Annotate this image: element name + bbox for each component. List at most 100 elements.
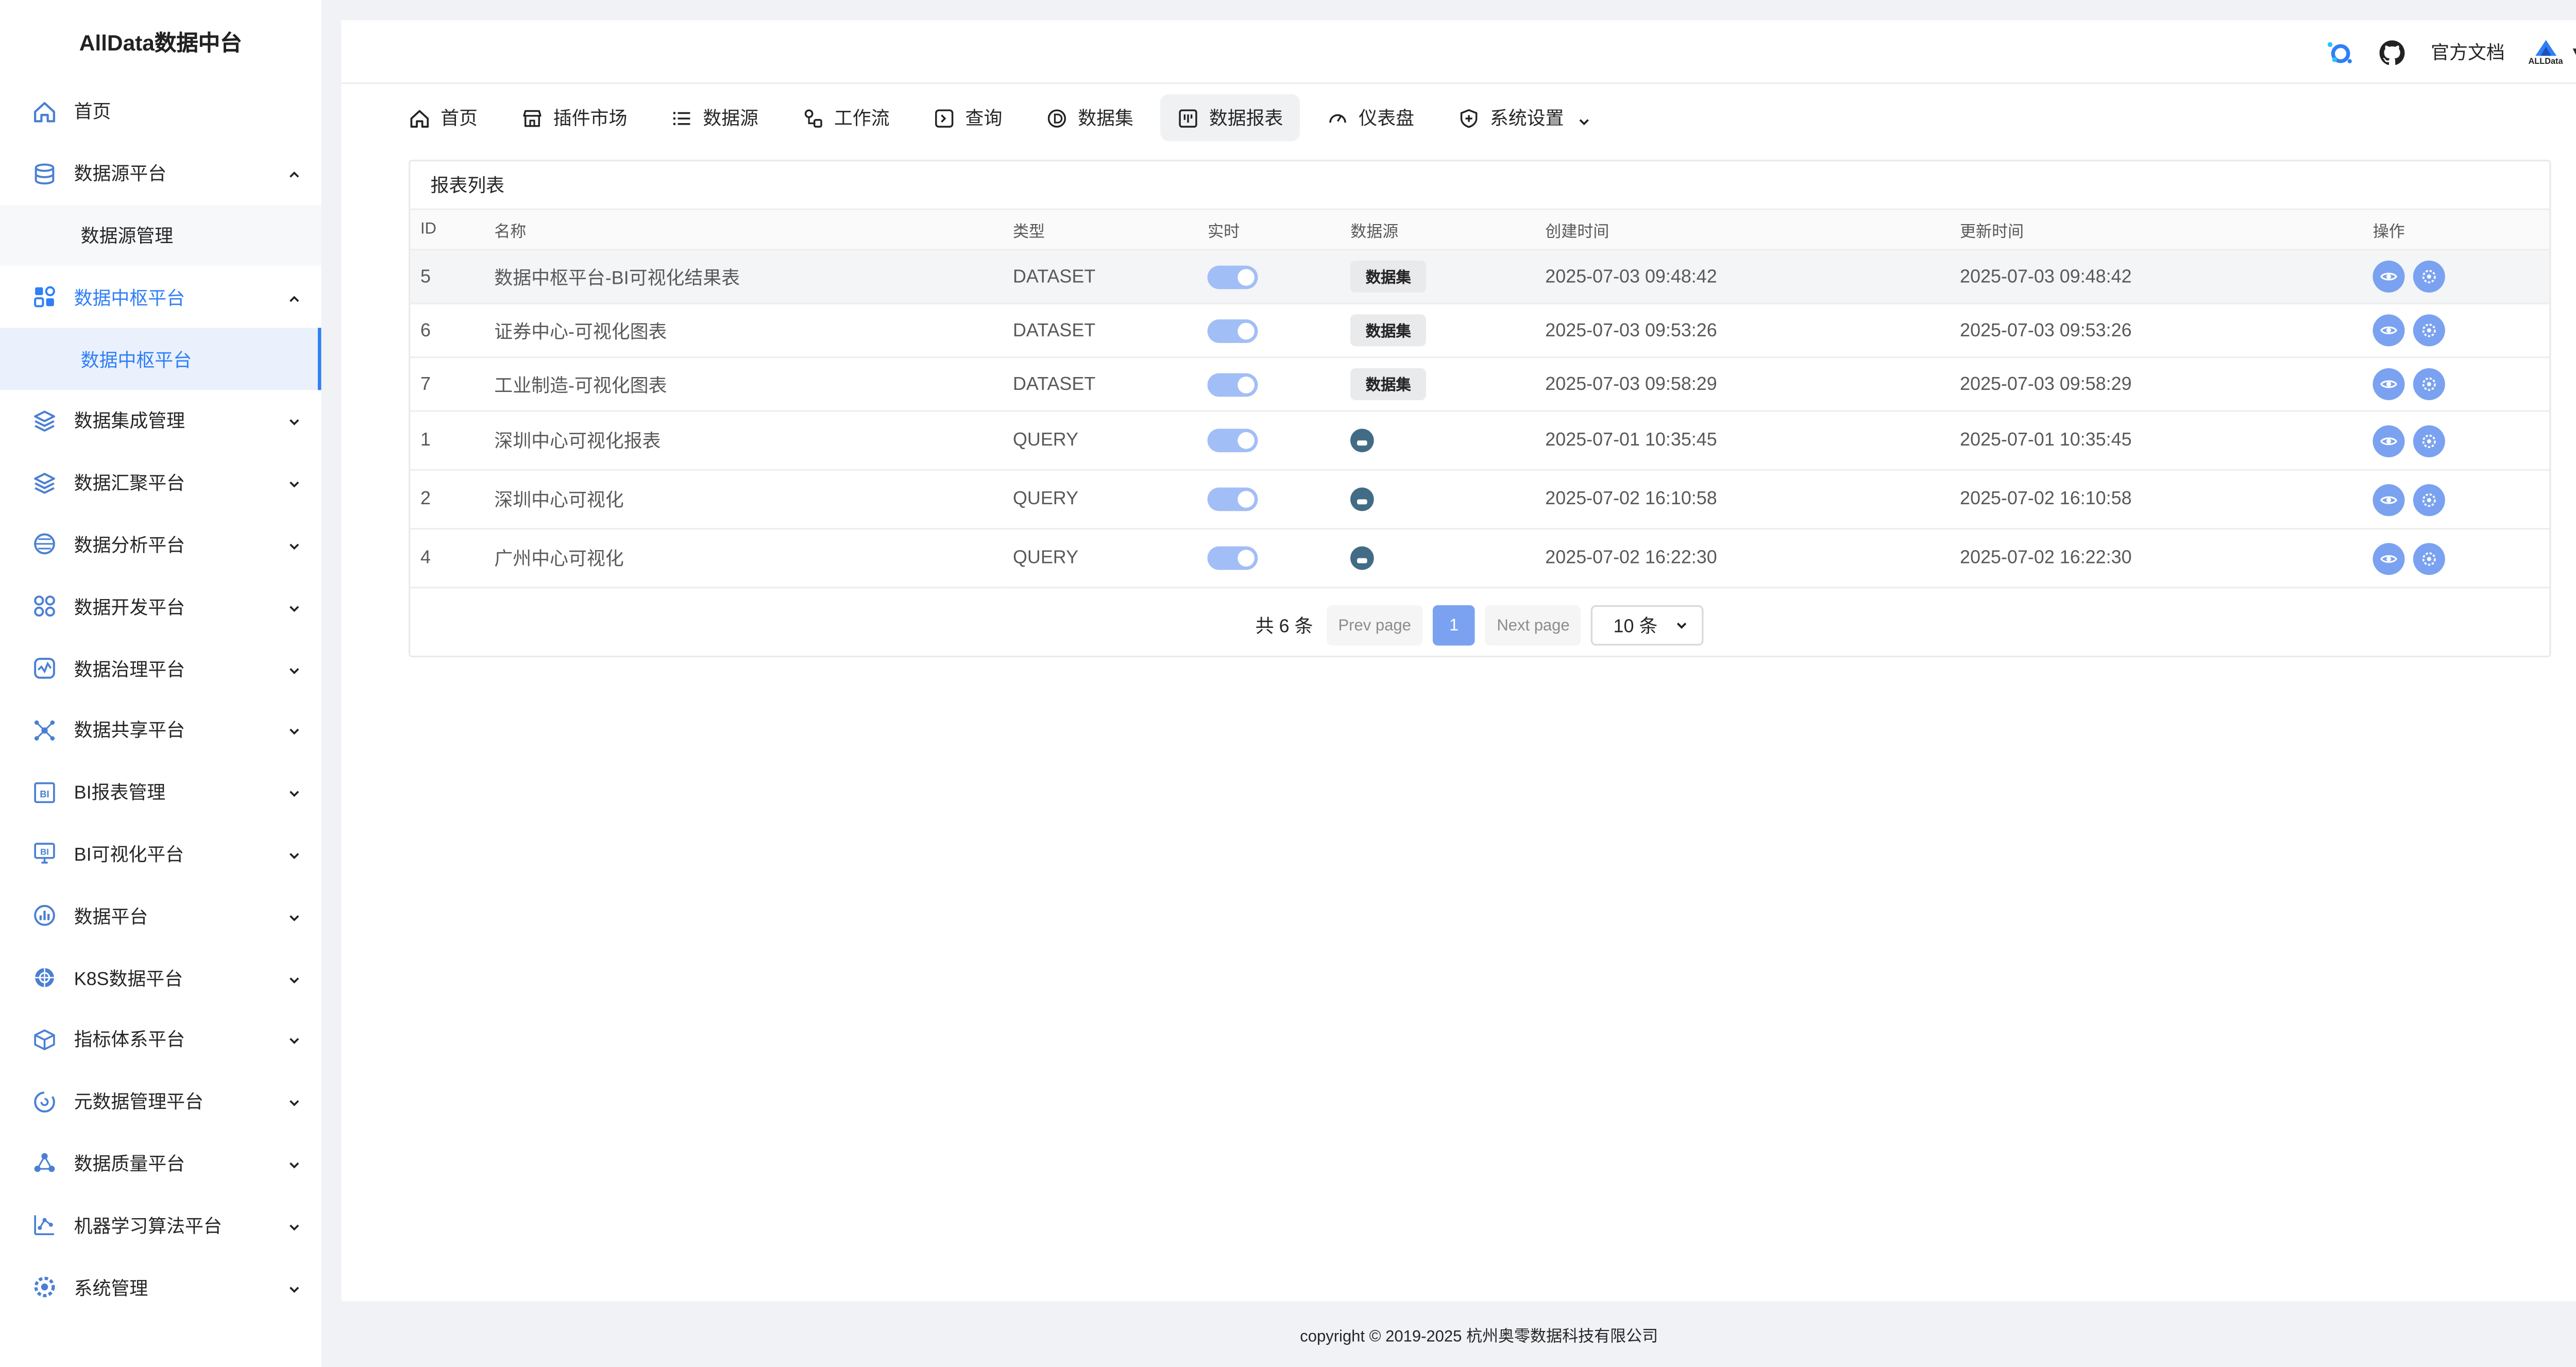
view-eye-icon[interactable]	[2372, 424, 2405, 457]
nav-tab-label: 数据源	[703, 109, 759, 130]
settings-icon[interactable]	[2413, 483, 2446, 516]
sidebar-item-2[interactable]: 数据中枢平台	[0, 266, 321, 328]
sidebar-item-6[interactable]: 数据开发平台	[0, 576, 321, 638]
nav-tab-label: 系统设置	[1489, 109, 1564, 130]
table-row[interactable]: 6 证券中心-可视化图表 DATASET 数据集 2025-07-03 09:53:26…	[410, 303, 2550, 358]
dataset-icon	[1046, 107, 1067, 128]
nav-tab-0[interactable]: 首页	[392, 94, 495, 141]
realtime-toggle[interactable]	[1208, 546, 1259, 570]
sidebar-subitem[interactable]: 数据中枢平台	[0, 328, 321, 390]
settings-icon[interactable]	[2413, 542, 2446, 574]
home-icon	[409, 107, 430, 128]
sidebar-subitem[interactable]: 数据源管理	[0, 204, 321, 266]
sidebar-item-17[interactable]: 系统管理	[0, 1256, 321, 1318]
current-page-button[interactable]: 1	[1433, 605, 1475, 646]
sidebar-item-13[interactable]: 指标体系平台	[0, 1009, 321, 1070]
chevron-down-icon	[287, 785, 301, 799]
sidebar-item-11[interactable]: 数据平台	[0, 885, 321, 947]
realtime-toggle[interactable]	[1208, 487, 1259, 511]
nav-tab-1[interactable]: 插件市场	[504, 94, 644, 141]
view-eye-icon[interactable]	[2372, 483, 2405, 516]
user-caret-icon: ▼	[2570, 44, 2576, 61]
nav-tab-2[interactable]: 数据源	[654, 94, 775, 141]
chevron-down-icon	[287, 724, 301, 737]
user-menu[interactable]: ALLData ▼	[2528, 38, 2576, 66]
view-eye-icon[interactable]	[2372, 542, 2405, 574]
cell-realtime	[1197, 357, 1341, 412]
svg-text:BI: BI	[39, 788, 48, 799]
chevron-up-icon	[287, 167, 301, 180]
settings-icon[interactable]	[2413, 260, 2446, 293]
sidebar-item-4[interactable]: 数据汇聚平台	[0, 452, 321, 514]
database-source-icon	[1350, 487, 1374, 511]
logo-icon[interactable]	[2323, 37, 2353, 67]
sidebar-item-label: 数据质量平台	[74, 1155, 185, 1175]
table-row[interactable]: 1 深圳中心可视化报表 QUERY 2025-07-01 10:35:45 2025-0…	[410, 411, 2550, 471]
view-eye-icon[interactable]	[2372, 368, 2405, 400]
nav-tab-5[interactable]: 数据集	[1029, 94, 1150, 141]
nav-tab-6[interactable]: 数据报表	[1160, 94, 1300, 142]
realtime-toggle[interactable]	[1208, 372, 1259, 396]
chevron-down-icon	[287, 414, 301, 428]
github-icon[interactable]	[2377, 37, 2408, 67]
list-icon	[671, 107, 692, 128]
brand-logo: ALLData	[2528, 38, 2563, 66]
sidebar-item-15[interactable]: 数据质量平台	[0, 1132, 321, 1194]
nav-tab-7[interactable]: 仪表盘	[1310, 94, 1431, 141]
sidebar-item-7[interactable]: 数据治理平台	[0, 638, 321, 699]
cell-id: 6	[410, 303, 484, 358]
cell-id: 4	[410, 528, 484, 589]
settings-icon[interactable]	[2413, 368, 2446, 400]
settings-icon[interactable]	[2413, 424, 2446, 457]
cell-updated: 2025-07-03 09:58:29	[1950, 357, 2363, 412]
realtime-toggle[interactable]	[1208, 265, 1259, 288]
realtime-toggle[interactable]	[1208, 318, 1259, 343]
table-row[interactable]: 5 数据中枢平台-BI可视化结果表 DATASET 数据集 2025-07-03 09:…	[410, 249, 2550, 304]
table-row[interactable]: 4 广州中心可视化 QUERY 2025-07-02 16:22:30 2025-07-…	[410, 528, 2550, 589]
prev-page-button[interactable]: Prev page	[1326, 605, 1423, 646]
cell-name: 数据中枢平台-BI可视化结果表	[484, 249, 1003, 304]
table-row[interactable]: 2 深圳中心可视化 QUERY 2025-07-02 16:10:58 2025-07-…	[410, 470, 2550, 530]
table-row[interactable]: 7 工业制造-可视化图表 DATASET 数据集 2025-07-03 09:58:29…	[410, 357, 2550, 412]
sidebar-item-14[interactable]: 元数据管理平台	[0, 1070, 321, 1132]
nav-tab-8[interactable]: 系统设置	[1441, 94, 1607, 141]
cell-id: 1	[410, 411, 484, 471]
view-eye-icon[interactable]	[2372, 260, 2405, 293]
sidebar-item-label: 数据共享平台	[74, 722, 185, 742]
report-table: ID 名称 类型 实时 数据源 创建时间 更新时间 操作 5 数据中枢平台-BI可视化结果表 DA…	[410, 208, 2550, 589]
bar-chart-circle-icon	[30, 902, 57, 929]
sidebar-item-label: 数据治理平台	[74, 660, 185, 680]
page-size-select[interactable]: 10 条	[1591, 605, 1704, 646]
panel-title: 报表列表	[430, 176, 505, 197]
sidebar-item-label: 数据分析平台	[74, 536, 185, 557]
settings-icon[interactable]	[2413, 314, 2446, 347]
sidebar-item-3[interactable]: 数据集成管理	[0, 390, 321, 452]
sidebar-item-0[interactable]: 首页	[0, 81, 321, 143]
chevron-down-icon	[287, 1156, 301, 1170]
docs-link[interactable]: 官方文档	[2431, 39, 2505, 65]
nav-tab-label: 插件市场	[553, 109, 628, 130]
settings-gear-icon	[30, 1274, 57, 1301]
nav-tab-label: 工作流	[834, 109, 890, 130]
sidebar-item-1[interactable]: 数据源平台	[0, 143, 321, 204]
bi-monitor-icon: BI	[30, 841, 57, 867]
sidebar-item-8[interactable]: 数据共享平台	[0, 699, 321, 761]
cell-name: 深圳中心可视化报表	[484, 411, 1003, 471]
nav-tab-4[interactable]: 查询	[917, 94, 1019, 141]
shield-icon	[1458, 107, 1480, 128]
sidebar-item-label: BI可视化平台	[74, 845, 184, 866]
next-page-button[interactable]: Next page	[1485, 605, 1582, 646]
sidebar-item-label: BI报表管理	[74, 783, 166, 804]
nav-tab-3[interactable]: 工作流	[785, 94, 906, 141]
view-eye-icon[interactable]	[2372, 314, 2405, 347]
cell-datasource	[1340, 528, 1535, 589]
sidebar-item-16[interactable]: 机器学习算法平台	[0, 1194, 321, 1256]
cell-updated: 2025-07-01 10:35:45	[1950, 411, 2363, 471]
sidebar-item-9[interactable]: BI BI报表管理	[0, 761, 321, 823]
chevron-down-icon	[1578, 111, 1591, 126]
sidebar-item-10[interactable]: BI BI可视化平台	[0, 823, 321, 885]
realtime-toggle[interactable]	[1208, 429, 1259, 453]
terminal-icon	[934, 107, 955, 128]
sidebar-item-12[interactable]: K8S数据平台	[0, 947, 321, 1009]
sidebar-item-5[interactable]: 数据分析平台	[0, 514, 321, 575]
